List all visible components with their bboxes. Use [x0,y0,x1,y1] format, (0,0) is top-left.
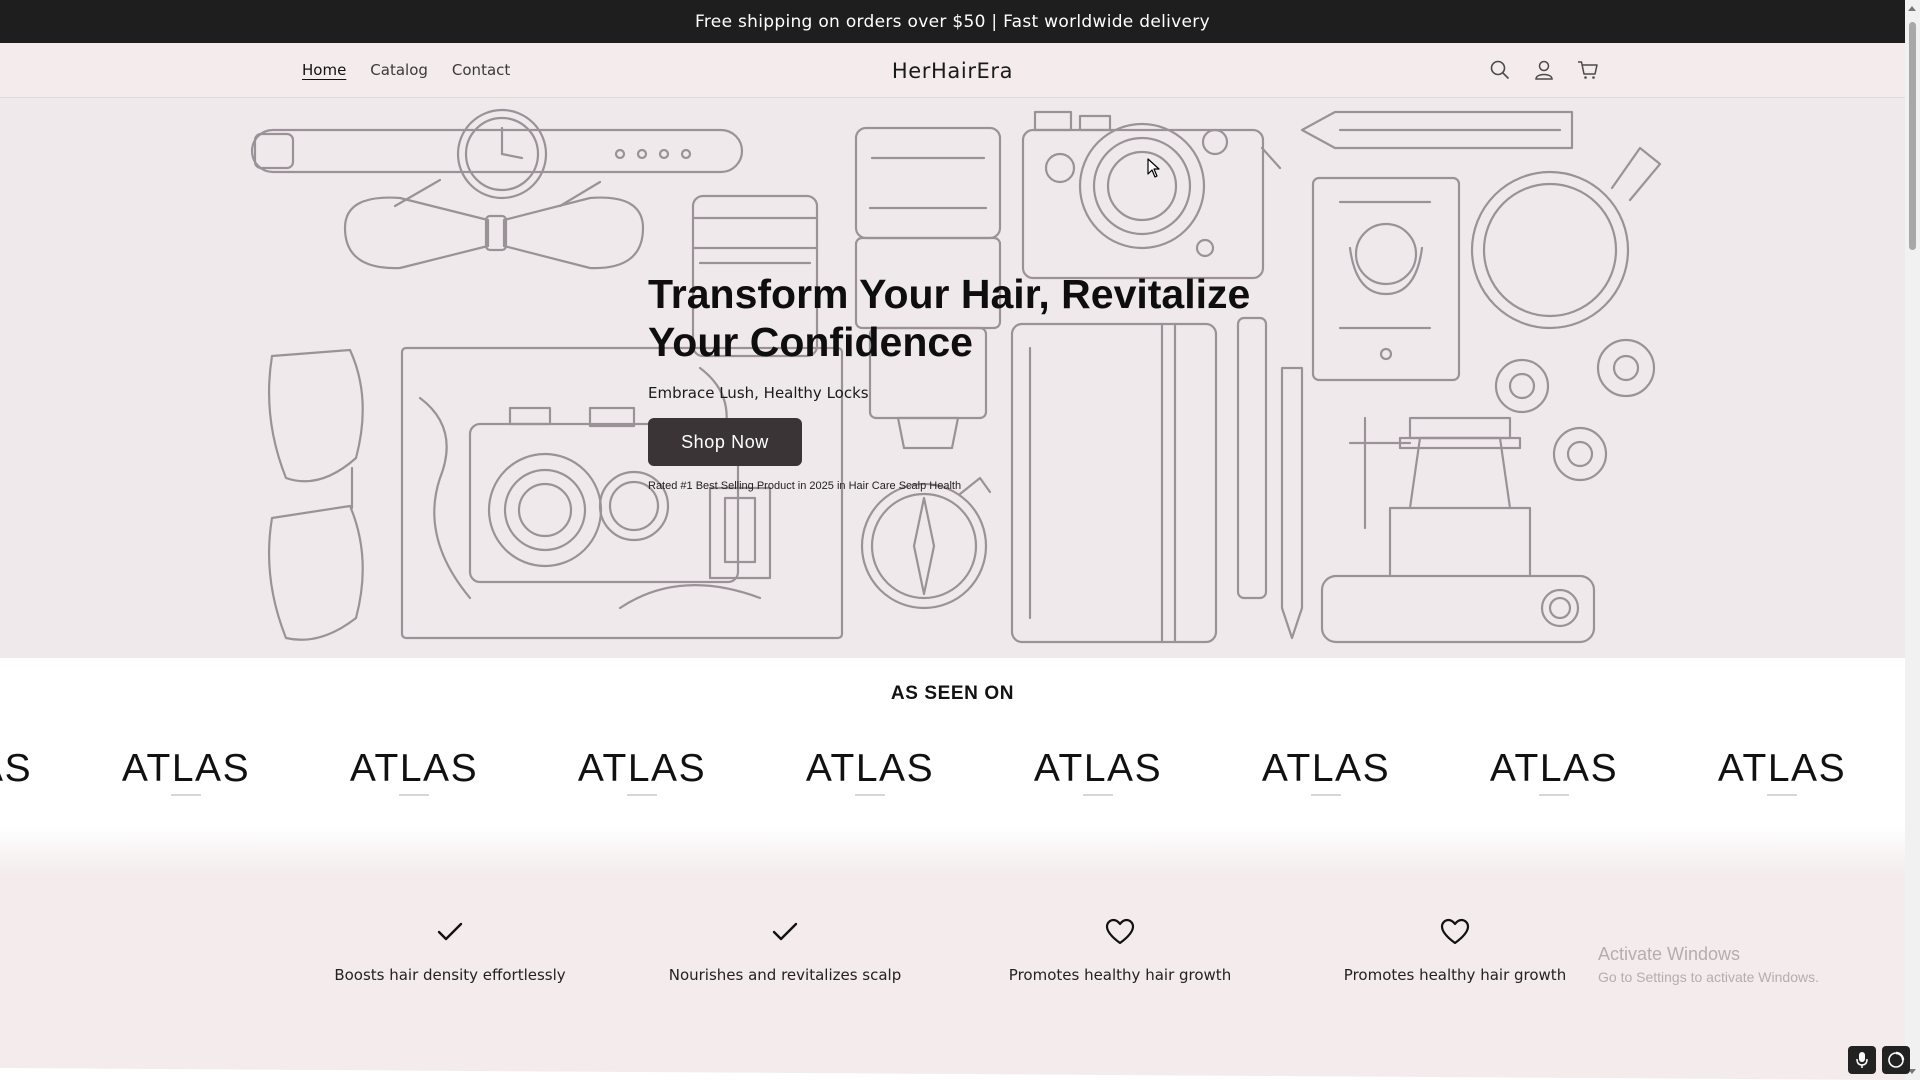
press-logo: ATLAS [780,748,960,796]
watermark-title: Activate Windows [1598,944,1741,964]
rating-note: Rated #1 Best Selling Product in 2025 in… [648,480,962,492]
scrollbar-thumb[interactable] [1909,22,1916,250]
site-header: Home Catalog Contact HerHairEra [0,43,1905,98]
feature-label: Boosts hair density effortlessly [334,966,566,984]
hero-title: Transform Your Hair, Revitalize Your Con… [648,271,1251,365]
floating-widgets [1848,1046,1910,1074]
hero-subtitle: Embrace Lush, Healthy Locks [648,384,869,402]
as-seen-on-section: AS SEEN ON ATLAS ATLAS ATLAS ATLAS ATLAS… [0,658,1905,826]
nav-contact[interactable]: Contact [452,61,510,79]
microphone-icon[interactable] [1848,1046,1876,1074]
feature-item: Boosts hair density effortlessly [300,916,600,984]
mouse-cursor-icon [1147,158,1160,178]
section-divider [0,1068,1905,1080]
press-logo: ATLAS [96,748,276,796]
press-logo: ATLAS [0,747,33,790]
assistant-icon[interactable] [1882,1046,1910,1074]
main-nav: Home Catalog Contact [302,43,510,97]
brand-logo[interactable]: HerHairEra [892,59,1013,83]
nav-catalog[interactable]: Catalog [370,61,428,79]
press-logo: ATLAS [324,748,504,796]
check-icon [300,916,600,948]
feature-item: Nourishes and revitalizes scalp [635,916,935,984]
logo-marquee: ATLAS ATLAS ATLAS ATLAS ATLAS ATLAS ATLA… [0,748,1905,808]
check-icon [635,916,935,948]
search-icon[interactable] [1484,54,1516,86]
activate-windows-watermark: Activate Windows Go to Settings to activ… [1598,944,1819,985]
feature-item: Promotes healthy hair growth [1305,916,1605,984]
brand-logo-wrap: HerHairEra [0,43,1905,97]
shop-now-button[interactable]: Shop Now [648,418,802,466]
feature-label: Promotes healthy hair growth [1343,966,1567,984]
feature-label: Promotes healthy hair growth [1008,966,1232,984]
announcement-text: Free shipping on orders over $50 | Fast … [695,11,1210,32]
cart-icon[interactable] [1572,54,1604,86]
press-logo: ATLAS [1464,748,1644,796]
heart-icon [970,916,1270,948]
as-seen-on-heading: AS SEEN ON [890,683,1015,704]
press-logo: ATLAS [1236,748,1416,796]
watermark-subtitle: Go to Settings to activate Windows. [1598,969,1819,985]
feature-item: Promotes healthy hair growth [970,916,1270,984]
announcement-bar: Free shipping on orders over $50 | Fast … [0,0,1905,43]
header-icons [1484,54,1604,86]
account-icon[interactable] [1528,54,1560,86]
nav-home[interactable]: Home [302,61,346,79]
press-logo: ATLAS [552,748,732,796]
heart-icon [1305,916,1605,948]
scroll-up-arrow[interactable] [1908,6,1916,11]
press-logo: ATLAS [1692,748,1872,796]
press-logo: ATLAS [1008,748,1188,796]
page-scrollbar[interactable] [1905,0,1920,1080]
feature-label: Nourishes and revitalizes scalp [668,966,902,984]
hero-content: Transform Your Hair, Revitalize Your Con… [648,270,1268,492]
hero-banner: Transform Your Hair, Revitalize Your Con… [0,98,1905,658]
